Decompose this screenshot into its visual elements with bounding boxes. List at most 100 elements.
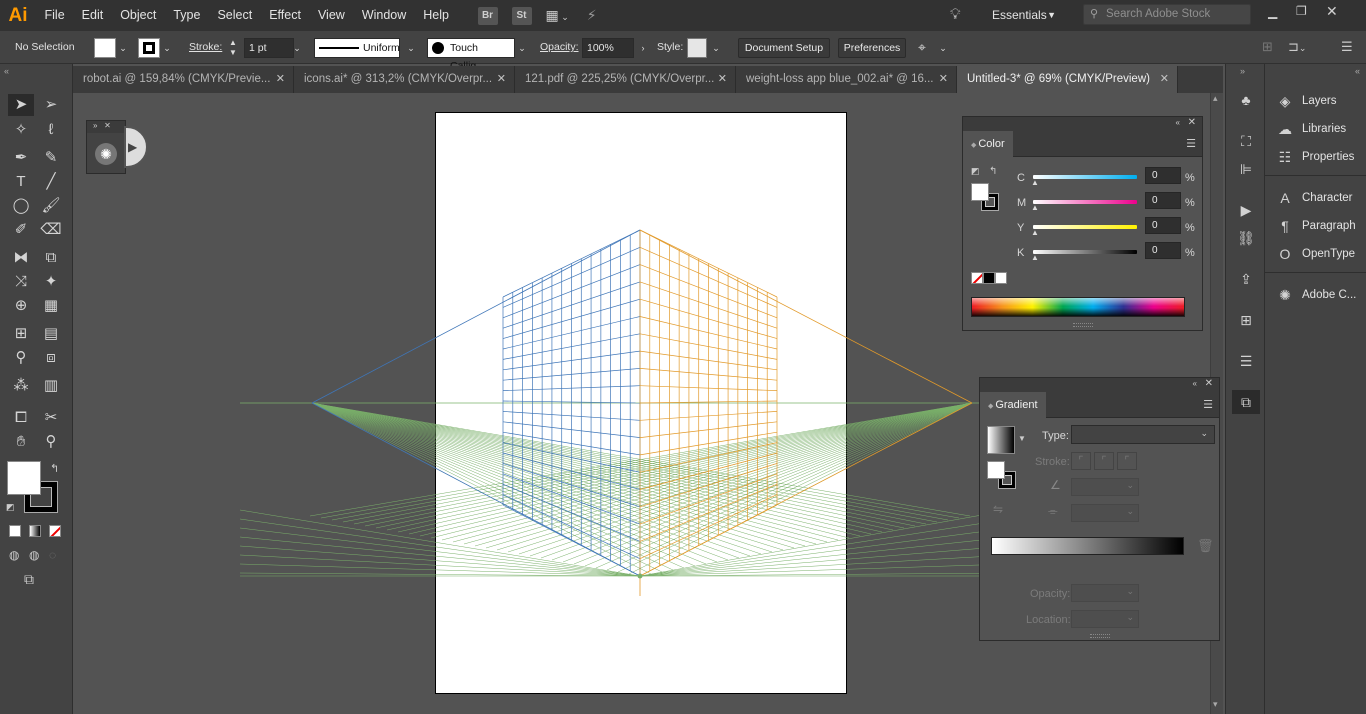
ground-grid-line bbox=[397, 402, 973, 533]
dock-libraries-label: Libraries bbox=[1302, 123, 1347, 135]
channel-y-slider[interactable] bbox=[1033, 225, 1137, 229]
gradient-preset-dropdown-icon[interactable]: ▼ bbox=[1018, 434, 1026, 443]
ground-grid-line bbox=[311, 402, 916, 527]
channel-m-field[interactable]: 0 bbox=[1145, 192, 1181, 209]
stroke-across-icon[interactable]: ⌜ bbox=[1117, 452, 1137, 470]
actions-icon[interactable]: ▶ bbox=[1232, 198, 1260, 222]
channel-k-unit: % bbox=[1185, 247, 1195, 259]
gradient-aspect-field[interactable]: ⌄ bbox=[1071, 504, 1139, 522]
ground-grid-line bbox=[386, 402, 973, 531]
ground-grid-line bbox=[239, 518, 641, 577]
gradient-angle-field[interactable]: ⌄ bbox=[1071, 478, 1139, 496]
color-panel-header: «✕ bbox=[963, 117, 1202, 131]
stroke-panel-icon[interactable]: ☰ bbox=[1232, 349, 1260, 373]
ground-grid-line bbox=[639, 545, 1011, 577]
panel-resize-handle[interactable] bbox=[1073, 323, 1093, 327]
gradient-panel-menu-icon[interactable]: ☰ bbox=[1203, 398, 1213, 411]
ground-grid-line bbox=[311, 402, 729, 561]
asset-export-icon[interactable]: ⇪ bbox=[1232, 267, 1260, 291]
gradient-panel-header: «✕ bbox=[980, 378, 1219, 392]
artboards-icon[interactable]: ⊞ bbox=[1232, 308, 1260, 332]
channel-y-thumb[interactable]: ▲ bbox=[1031, 228, 1039, 237]
scroll-up-icon[interactable]: ▴ bbox=[1213, 93, 1218, 104]
dock-divider bbox=[1265, 272, 1366, 273]
tab-color[interactable]: ◆ Color bbox=[963, 131, 1013, 157]
align-panel-icon[interactable]: ⊫ bbox=[1232, 157, 1260, 181]
close-panel-icon[interactable]: ✕ bbox=[1188, 117, 1196, 128]
ground-grid-line bbox=[311, 402, 883, 533]
dock-properties-label: Properties bbox=[1302, 151, 1355, 163]
ground-grid-line bbox=[551, 402, 973, 561]
dock-panel-list: « ◈ Layers ☁ Libraries ☷ Properties A Charac… bbox=[1265, 64, 1366, 714]
gradient-opacity-label: Opacity: bbox=[1030, 588, 1071, 600]
ground-grid-line bbox=[584, 402, 973, 567]
gradient-fill-swatch[interactable] bbox=[987, 461, 1005, 479]
ground-grid-line bbox=[239, 527, 641, 577]
channel-k-slider[interactable] bbox=[1033, 250, 1137, 254]
channel-k-thumb[interactable]: ▲ bbox=[1031, 253, 1039, 262]
default-colors-icon[interactable]: ◩ bbox=[971, 166, 980, 177]
gradient-type-select[interactable]: ⌄ bbox=[1071, 425, 1215, 444]
symbols-icon[interactable]: ♣ bbox=[1232, 88, 1260, 112]
dock-collapse-icon[interactable]: » bbox=[1240, 66, 1245, 76]
channel-y-field[interactable]: 0 bbox=[1145, 217, 1181, 234]
transparency-icon[interactable]: ⧉ bbox=[1232, 390, 1260, 414]
channel-c-label: C bbox=[1017, 172, 1025, 184]
dock-opentype[interactable]: O OpenType bbox=[1265, 241, 1366, 267]
stroke-within-icon[interactable]: ⌜ bbox=[1071, 452, 1091, 470]
gradient-location-label: Location: bbox=[1026, 614, 1071, 626]
dock-layers[interactable]: ◈ Layers bbox=[1265, 88, 1366, 114]
gradient-stroke-label: Stroke: bbox=[1035, 456, 1070, 468]
scroll-down-icon[interactable]: ▾ bbox=[1213, 699, 1218, 710]
color-tab-label: Color bbox=[978, 138, 1005, 150]
right-vanishing-line bbox=[639, 229, 973, 404]
properties-icon: ☷ bbox=[1278, 149, 1292, 165]
dock-properties[interactable]: ☷ Properties bbox=[1265, 144, 1366, 170]
panel-resize-handle[interactable] bbox=[1090, 634, 1110, 638]
white-swatch[interactable] bbox=[995, 272, 1007, 284]
ground-grid-line bbox=[628, 402, 973, 575]
swap-colors-icon[interactable]: ↰ bbox=[989, 166, 997, 177]
gradient-type-label: Type: bbox=[1042, 430, 1069, 442]
dock-libraries[interactable]: ☁ Libraries bbox=[1265, 116, 1366, 142]
dock-paragraph[interactable]: ¶ Paragraph bbox=[1265, 213, 1366, 239]
ground-grid-line bbox=[311, 402, 751, 557]
ground-level-handle[interactable] bbox=[637, 573, 643, 579]
gradient-slider[interactable] bbox=[991, 537, 1184, 555]
channel-c-field[interactable]: 0 bbox=[1145, 167, 1181, 184]
channel-c-slider[interactable] bbox=[1033, 175, 1137, 179]
transform-panel-icon[interactable]: ⛶ bbox=[1232, 129, 1260, 153]
plane-switching-widget-icon[interactable]: ✺ bbox=[95, 143, 117, 165]
stroke-along-icon[interactable]: ⌜ bbox=[1094, 452, 1114, 470]
reverse-gradient-icon[interactable]: ⇋ bbox=[993, 502, 1003, 516]
black-swatch[interactable] bbox=[983, 272, 995, 284]
dock-adobe-color[interactable]: ✺ Adobe C... bbox=[1265, 282, 1366, 308]
right-vanishing-line bbox=[639, 402, 973, 577]
color-panel-menu-icon[interactable]: ☰ bbox=[1186, 137, 1196, 150]
color-fill-swatch[interactable] bbox=[971, 183, 989, 201]
channel-m-thumb[interactable]: ▲ bbox=[1031, 203, 1039, 212]
channel-m-slider[interactable] bbox=[1033, 200, 1137, 204]
channel-c-thumb[interactable]: ▲ bbox=[1031, 178, 1039, 187]
gradient-opacity-field[interactable]: ⌄ bbox=[1071, 584, 1139, 602]
links-icon[interactable]: ⛓ bbox=[1232, 226, 1260, 250]
ground-grid-line bbox=[573, 402, 973, 565]
collapse-panel-icon[interactable]: « bbox=[1176, 118, 1180, 127]
ground-grid-line bbox=[639, 572, 1011, 577]
ground-grid-line bbox=[311, 402, 806, 547]
channel-k-field[interactable]: 0 bbox=[1145, 242, 1181, 259]
delete-stop-icon[interactable]: 🗑︎ bbox=[1197, 538, 1214, 554]
collapse-panel-icon[interactable]: « bbox=[1193, 379, 1197, 388]
tab-gradient[interactable]: ◆ Gradient bbox=[980, 392, 1046, 418]
adobe-color-icon: ✺ bbox=[1279, 287, 1291, 303]
close-panel-icon[interactable]: ✕ bbox=[1205, 378, 1213, 389]
dock-expand-icon[interactable]: « bbox=[1355, 66, 1360, 76]
channel-y-label: Y bbox=[1017, 222, 1025, 234]
gradient-location-field[interactable]: ⌄ bbox=[1071, 610, 1139, 628]
none-swatch[interactable] bbox=[971, 272, 983, 284]
ground-grid-line bbox=[311, 402, 850, 539]
opentype-icon: O bbox=[1279, 246, 1291, 262]
color-spectrum[interactable] bbox=[971, 297, 1185, 317]
gradient-preview-swatch[interactable] bbox=[987, 426, 1015, 454]
dock-character[interactable]: A Character bbox=[1265, 185, 1366, 211]
